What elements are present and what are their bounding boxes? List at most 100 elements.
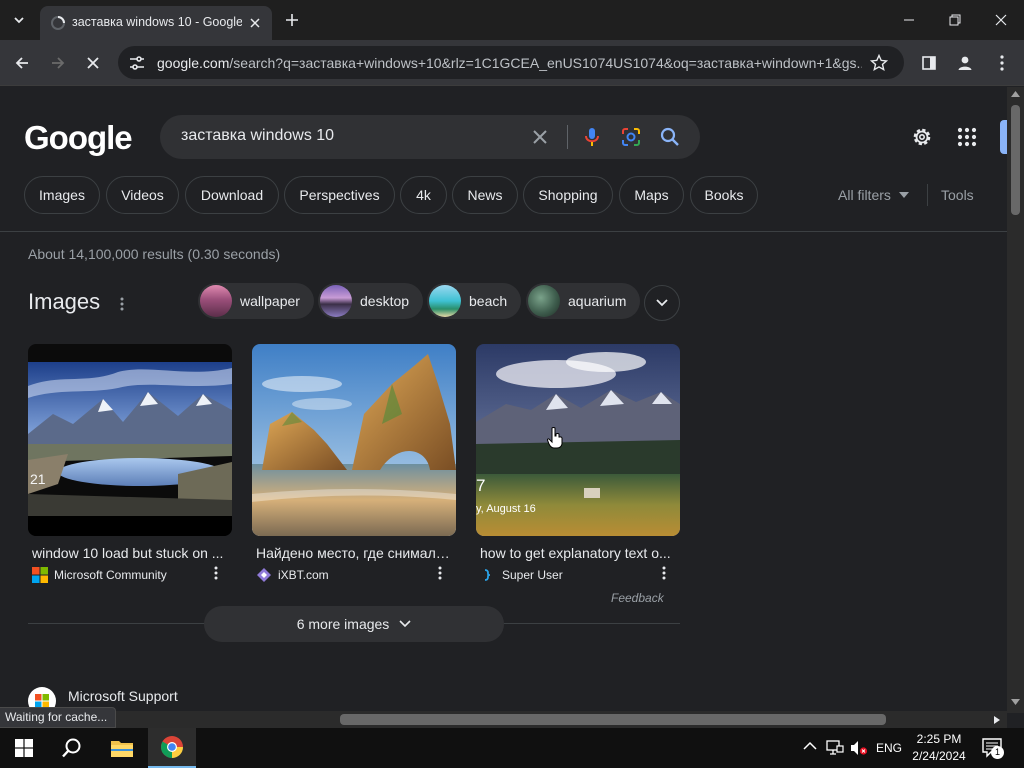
loading-spinner-icon bbox=[50, 15, 66, 31]
stop-loading-button[interactable] bbox=[80, 50, 106, 76]
windows-logo-icon bbox=[15, 739, 33, 757]
source-name: Super User bbox=[502, 568, 563, 582]
close-window-button[interactable] bbox=[978, 0, 1024, 40]
image-source[interactable]: iXBT.com bbox=[256, 567, 329, 583]
start-button[interactable] bbox=[0, 728, 48, 768]
tools-button[interactable]: Tools bbox=[941, 187, 974, 203]
chevron-up-icon bbox=[803, 741, 817, 750]
browser-menu-button[interactable] bbox=[989, 50, 1015, 76]
sign-in-button[interactable] bbox=[1000, 120, 1007, 154]
back-button[interactable] bbox=[9, 50, 35, 76]
notifications-button[interactable]: 1 bbox=[982, 738, 1004, 759]
close-icon bbox=[87, 57, 99, 69]
arrow-left-icon bbox=[15, 57, 28, 69]
vertical-scroll-thumb[interactable] bbox=[1011, 105, 1020, 215]
image-result-card[interactable]: 7 y, August 16 how to get explanatory te… bbox=[476, 344, 680, 582]
network-icon[interactable] bbox=[826, 740, 844, 756]
mountain-lake-image: 21 bbox=[28, 344, 232, 536]
chip-images[interactable]: Images bbox=[24, 176, 100, 214]
kebab-menu-icon bbox=[438, 566, 442, 580]
search-submit-button[interactable] bbox=[658, 125, 682, 149]
horizontal-scrollbar[interactable] bbox=[0, 711, 1007, 728]
image-more-button[interactable] bbox=[438, 566, 442, 580]
restore-button[interactable] bbox=[932, 0, 978, 40]
settings-button[interactable] bbox=[910, 125, 934, 149]
close-icon bbox=[995, 14, 1007, 26]
refine-chip-beach[interactable]: beach bbox=[427, 283, 522, 319]
vertical-scrollbar[interactable] bbox=[1007, 87, 1024, 713]
site-info-icon[interactable] bbox=[128, 54, 146, 72]
search-input[interactable]: заставка windows 10 bbox=[181, 127, 334, 145]
refine-chip-aquarium[interactable]: aquarium bbox=[526, 283, 641, 319]
person-icon bbox=[958, 56, 972, 70]
image-source[interactable]: Microsoft Community bbox=[32, 567, 167, 583]
chip-news[interactable]: News bbox=[452, 176, 518, 214]
folder-icon bbox=[111, 741, 133, 757]
google-apps-button[interactable] bbox=[957, 127, 977, 147]
browser-tab[interactable]: заставка windows 10 - Google Search bbox=[40, 6, 272, 40]
forward-button[interactable] bbox=[45, 50, 71, 76]
image-result-card[interactable]: 21 window 10 load but stuck on ... Micro… bbox=[28, 344, 232, 583]
lens-search-button[interactable] bbox=[619, 125, 643, 149]
address-bar[interactable]: google.com/search?q=заставка+windows+10&… bbox=[118, 46, 904, 79]
chip-download[interactable]: Download bbox=[185, 176, 279, 214]
chip-videos[interactable]: Videos bbox=[106, 176, 179, 214]
chip-maps[interactable]: Maps bbox=[619, 176, 684, 214]
google-logo[interactable]: Google bbox=[24, 119, 133, 157]
file-explorer-button[interactable] bbox=[98, 728, 146, 768]
refine-chip-wallpaper[interactable]: wallpaper bbox=[198, 283, 314, 319]
tab-strip: заставка windows 10 - Google Search bbox=[0, 0, 1024, 40]
image-thumbnail[interactable]: 21 bbox=[28, 344, 232, 536]
image-result-card[interactable]: Найдено место, где снимали... iXBT.com bbox=[252, 344, 456, 582]
more-refinements-button[interactable] bbox=[644, 285, 680, 321]
image-caption[interactable]: Найдено место, где снимали... bbox=[256, 545, 452, 561]
chip-shopping[interactable]: Shopping bbox=[523, 176, 613, 214]
feedback-link[interactable]: Feedback bbox=[611, 591, 664, 605]
image-source[interactable]: Super User bbox=[480, 567, 563, 583]
image-thumbnail[interactable]: 7 y, August 16 bbox=[476, 344, 680, 536]
header-divider bbox=[0, 231, 1007, 232]
tab-close-button[interactable] bbox=[246, 14, 264, 32]
scroll-down-arrow-icon bbox=[1011, 699, 1020, 705]
result-site-name[interactable]: Microsoft Support bbox=[68, 688, 178, 704]
chrome-taskbar-button[interactable] bbox=[148, 728, 196, 768]
refine-chip-desktop[interactable]: desktop bbox=[318, 283, 424, 319]
minimize-button[interactable] bbox=[886, 0, 932, 40]
image-caption[interactable]: window 10 load but stuck on ... bbox=[32, 545, 228, 561]
chip-4k[interactable]: 4k bbox=[400, 176, 447, 214]
new-tab-button[interactable] bbox=[282, 10, 302, 30]
volume-muted-icon[interactable] bbox=[850, 740, 868, 756]
all-filters-button[interactable]: All filters bbox=[838, 187, 909, 203]
clear-search-button[interactable] bbox=[530, 127, 550, 147]
image-more-button[interactable] bbox=[214, 566, 218, 580]
restore-icon bbox=[949, 14, 961, 26]
bookmark-star-icon[interactable] bbox=[870, 54, 888, 72]
profile-button[interactable] bbox=[952, 50, 978, 76]
language-indicator[interactable]: ENG bbox=[876, 741, 902, 755]
url-text: google.com/search?q=заставка+windows+10&… bbox=[157, 55, 862, 71]
taskbar-search-button[interactable] bbox=[48, 728, 96, 768]
scroll-right-arrow-icon bbox=[994, 716, 1000, 724]
voice-search-button[interactable] bbox=[580, 125, 604, 149]
images-about-button[interactable] bbox=[120, 297, 124, 311]
image-caption[interactable]: how to get explanatory text o... bbox=[480, 545, 676, 561]
refine-thumb bbox=[528, 285, 560, 317]
kebab-menu-icon bbox=[1000, 55, 1004, 71]
image-thumbnail[interactable] bbox=[252, 344, 456, 536]
horizontal-scroll-thumb[interactable] bbox=[340, 714, 886, 725]
tab-search-button[interactable] bbox=[6, 8, 32, 32]
refine-thumb bbox=[200, 285, 232, 317]
browser-toolbar: google.com/search?q=заставка+windows+10&… bbox=[0, 40, 1024, 86]
chip-perspectives[interactable]: Perspectives bbox=[284, 176, 395, 214]
source-name: Microsoft Community bbox=[54, 568, 167, 582]
chip-books[interactable]: Books bbox=[690, 176, 758, 214]
side-panel-button[interactable] bbox=[916, 50, 942, 76]
status-bubble: Waiting for cache... bbox=[0, 707, 117, 728]
more-images-button[interactable]: 6 more images bbox=[204, 606, 504, 642]
search-box[interactable]: заставка windows 10 bbox=[160, 115, 700, 159]
result-stats: About 14,100,000 results (0.30 seconds) bbox=[28, 246, 281, 262]
show-hidden-icons-button[interactable] bbox=[803, 741, 817, 751]
image-more-button[interactable] bbox=[662, 566, 666, 580]
search-icon bbox=[660, 127, 679, 146]
clock[interactable]: 2:25 PM 2/24/2024 bbox=[906, 731, 972, 765]
